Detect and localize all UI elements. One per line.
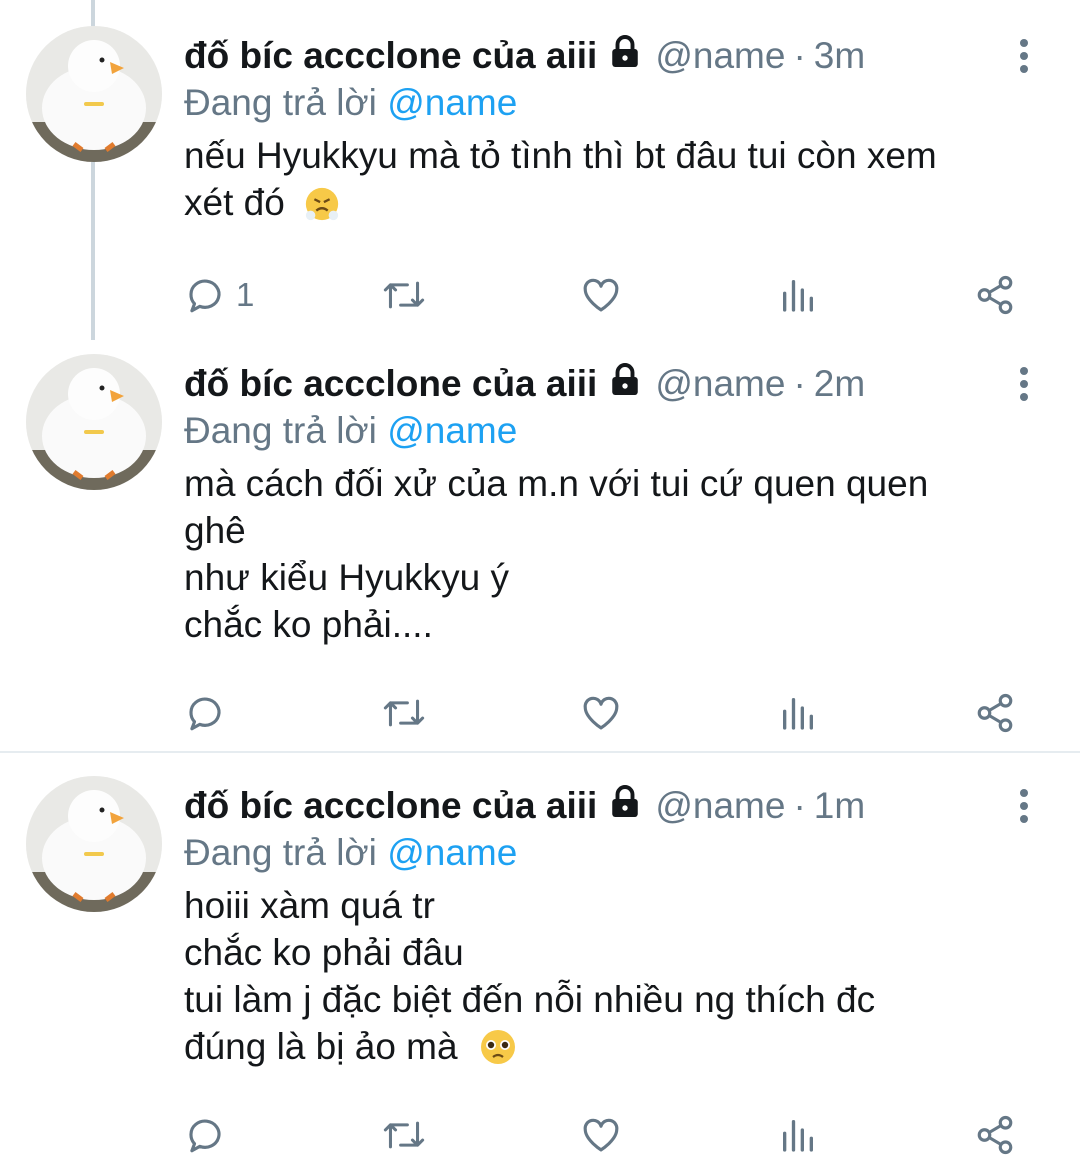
replying-prefix: Đang trả lời (184, 410, 388, 451)
tweet-header: đố bíc accclone của aiii @name · 1m (184, 776, 865, 836)
tweet-text-line: mà cách đối xử của m.n với tui cứ quen q… (184, 463, 929, 504)
lock-icon (607, 784, 643, 829)
reply-button[interactable]: 1 (184, 270, 254, 320)
like-button[interactable] (580, 1110, 622, 1160)
analytics-icon (783, 280, 813, 312)
tweet-text-line: hoiii xàm quá tr (184, 885, 435, 926)
duck-avatar-image (26, 776, 162, 912)
author-name[interactable]: đố bíc accclone của aiii (184, 35, 597, 77)
pleading-face-icon (480, 1030, 515, 1064)
tweet-actions: 1 (184, 270, 1034, 320)
tweet-text: mà cách đối xử của m.n với tui cứ quen q… (184, 460, 1044, 648)
tweet-divider (0, 751, 1080, 753)
tweet-text-line: chắc ko phải.... (184, 604, 433, 645)
tweet-text-line: ghê (184, 510, 246, 551)
analytics-button[interactable] (778, 688, 818, 738)
avatar[interactable] (26, 354, 162, 490)
like-button[interactable] (580, 270, 622, 320)
retweet-button[interactable] (382, 270, 426, 320)
author-name[interactable]: đố bíc accclone của aiii (184, 785, 597, 827)
tweet-actions (184, 688, 1034, 738)
analytics-icon (783, 698, 813, 730)
tweet-header: đố bíc accclone của aiii @name · 2m (184, 354, 865, 414)
mention-link[interactable]: @name (387, 82, 517, 123)
lock-icon (607, 362, 643, 407)
reply-icon (189, 1119, 221, 1153)
mention-link[interactable]: @name (387, 832, 517, 873)
separator-dot: · (793, 363, 806, 404)
reply-icon (189, 697, 221, 731)
author-handle[interactable]: @name (655, 363, 785, 405)
tweet-text: hoiii xàm quá tr chắc ko phải đâu tui là… (184, 882, 1044, 1070)
author-handle[interactable]: @name (655, 35, 785, 77)
timestamp[interactable]: 1m (814, 785, 865, 827)
author-handle[interactable]: @name (655, 785, 785, 827)
mention-link[interactable]: @name (387, 410, 517, 451)
duck-avatar-image (26, 354, 162, 490)
replying-prefix: Đang trả lời (184, 832, 388, 873)
retweet-icon (383, 699, 425, 727)
replying-to: Đang trả lời @name (184, 82, 517, 124)
tweet-text-line: tui làm j đặc biệt đến nỗi nhiều ng thíc… (184, 979, 876, 1020)
reply-button[interactable] (184, 1110, 236, 1160)
avatar[interactable] (26, 26, 162, 162)
avatar[interactable] (26, 776, 162, 912)
face-with-steam-icon (305, 187, 339, 221)
author-name[interactable]: đố bíc accclone của aiii (184, 363, 597, 405)
tweet-text: nếu Hyukkyu mà tỏ tình thì bt đâu tui cò… (184, 132, 1044, 226)
retweet-icon (383, 281, 425, 309)
analytics-button[interactable] (778, 1110, 818, 1160)
share-icon (977, 1115, 1013, 1155)
more-vertical-icon[interactable] (1004, 364, 1044, 404)
reply-icon (189, 279, 221, 313)
duck-avatar-image (26, 26, 162, 162)
like-button[interactable] (580, 688, 622, 738)
tweet-text-line: xét đó (184, 179, 1044, 226)
tweet-actions (184, 1110, 1034, 1160)
analytics-icon (783, 1120, 813, 1152)
share-button[interactable] (974, 1110, 1016, 1160)
timestamp[interactable]: 2m (814, 363, 865, 405)
replying-prefix: Đang trả lời (184, 82, 388, 123)
tweet-text-line: đúng là bị ảo mà (184, 1023, 1044, 1070)
share-button[interactable] (974, 270, 1016, 320)
tweet-text-line: chắc ko phải đâu (184, 932, 464, 973)
share-icon (977, 693, 1013, 733)
separator-dot: · (793, 785, 806, 826)
share-button[interactable] (974, 688, 1016, 738)
more-vertical-icon[interactable] (1004, 36, 1044, 76)
replying-to: Đang trả lời @name (184, 832, 517, 874)
analytics-button[interactable] (778, 270, 818, 320)
replying-to: Đang trả lời @name (184, 410, 517, 452)
retweet-icon (383, 1121, 425, 1149)
lock-icon (607, 34, 643, 79)
tweet-text-line: nếu Hyukkyu mà tỏ tình thì bt đâu tui cò… (184, 135, 937, 176)
like-icon (583, 696, 619, 730)
more-vertical-icon[interactable] (1004, 786, 1044, 826)
like-icon (583, 278, 619, 312)
separator-dot: · (793, 35, 806, 76)
reply-button[interactable] (184, 688, 236, 738)
tweet-header: đố bíc accclone của aiii @name · 3m (184, 26, 865, 86)
tweet-text-line: như kiểu Hyukkyu ý (184, 557, 510, 598)
share-icon (977, 275, 1013, 315)
retweet-button[interactable] (382, 1110, 426, 1160)
reply-count: 1 (236, 276, 255, 313)
like-icon (583, 1118, 619, 1152)
retweet-button[interactable] (382, 688, 426, 738)
timestamp[interactable]: 3m (814, 35, 865, 77)
